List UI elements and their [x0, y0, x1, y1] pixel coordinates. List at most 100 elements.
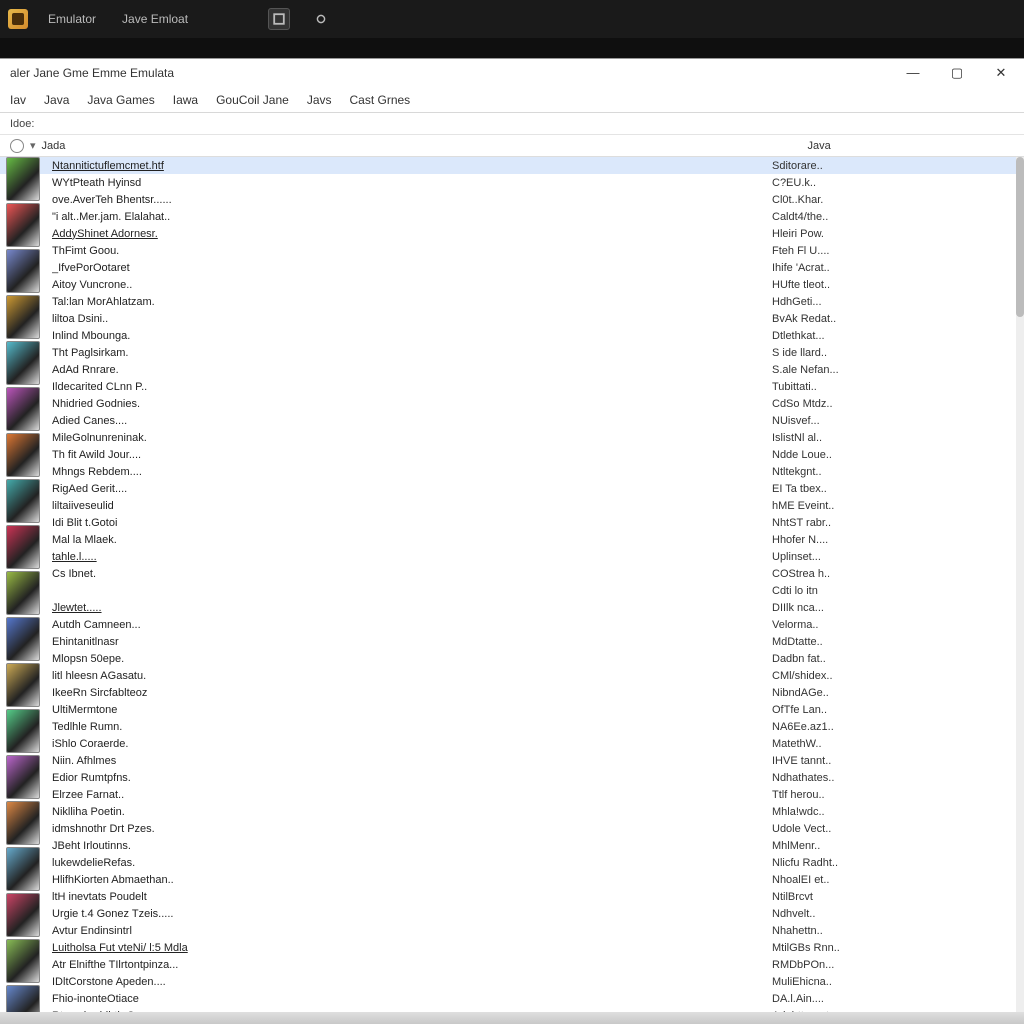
list-item[interactable]: Ta.Urgie t.4 Gonez Tzeis.....Ndhvelt..	[0, 905, 1024, 922]
list-item[interactable]: A.litl hleesn AGasatu.CMl/shidex..	[0, 667, 1024, 684]
list-item[interactable]: Lalz.Inlind Mbounga.Dtlethkat...	[0, 327, 1024, 344]
list-item[interactable]: Ntannitictuflemcmet.htfSditorare..	[0, 157, 1024, 174]
list-item[interactable]: ove.AverTeh Bhentsr......Cl0t..Khar.	[0, 191, 1024, 208]
list-item[interactable]: Luitholsa Fut vteNi/ l:5 MdlaMtilGBs Rnn…	[0, 939, 1024, 956]
row-meta: Ttlf herou..	[772, 789, 1024, 801]
menu-javs[interactable]: Javs	[307, 93, 332, 107]
list-item[interactable]: {jhrs.Th fit Awild Jour....Ndde Loue..	[0, 446, 1024, 463]
menu-iav[interactable]: Iav	[10, 93, 26, 107]
list-item[interactable]: 5:.Mhngs Rebdem....Ntltekgnt..	[0, 463, 1024, 480]
list-item[interactable]: IBn.,Fhio-inonteOtiaceDA.l.Ain....	[0, 990, 1024, 1007]
row-game-name: MileGolnunreninak.	[52, 432, 772, 444]
row-meta: Udole Vect..	[772, 823, 1024, 835]
row-meta: Ntltekgnt..	[772, 466, 1024, 478]
list-item[interactable]: AR.Autdh Camneen...Velorma..	[0, 616, 1024, 633]
row-meta: Sditorare..	[772, 160, 1024, 172]
list-item[interactable]: Ta.Mal la Mlaek.Hhofer N....	[0, 531, 1024, 548]
row-meta: Tubittati..	[772, 381, 1024, 393]
list-item[interactable]: la.Ildecarited CLnn P..Tubittati..	[0, 378, 1024, 395]
list-item[interactable]: (Un.ThFimt Goou.Fteh Fl U....	[0, 242, 1024, 259]
game-thumbnail-icon	[6, 387, 40, 431]
list-item[interactable]: OdkWYtPteath HyinsdC?EU.k..	[0, 174, 1024, 191]
row-game-name: Tht Paglsirkam.	[52, 347, 772, 359]
game-thumbnail-icon	[6, 479, 40, 523]
top-tab-emulator[interactable]: Emulator	[42, 8, 102, 30]
game-list[interactable]: Ntannitictuflemcmet.htfSditorare..OdkWYt…	[0, 157, 1024, 1024]
list-item[interactable]: AtyCs Ibnet.COStrea h..	[0, 565, 1024, 582]
list-item[interactable]: htsUltiMermtoneOfTfe Lan..	[0, 701, 1024, 718]
list-item[interactable]: FPh.Adied Canes....NUisvef...	[0, 412, 1024, 429]
list-item[interactable]: An.ltH inevtats PoudeltNtilBrcvt	[0, 888, 1024, 905]
row-meta: NtilBrcvt	[772, 891, 1024, 903]
window-minimize-button[interactable]: —	[900, 65, 926, 81]
row-meta: Mhla!wdc..	[772, 806, 1024, 818]
menu-goucoil[interactable]: GouCoil Jane	[216, 93, 289, 107]
list-item[interactable]: Ja.liltaiiveseulidhME Eveint..	[0, 497, 1024, 514]
game-thumbnail-icon	[6, 893, 40, 937]
row-meta: MatethW..	[772, 738, 1024, 750]
column-meta-header[interactable]: Java	[808, 140, 1014, 152]
row-meta: Uplinset...	[772, 551, 1024, 563]
row-meta: RMDbPOn...	[772, 959, 1024, 971]
row-meta: HUfte tleot..	[772, 279, 1024, 291]
list-item[interactable]: Ch.Aitoy Vuncrone..HUfte tleot..	[0, 276, 1024, 293]
row-game-name: ltH inevtats Poudelt	[52, 891, 772, 903]
list-item[interactable]: [Petnd]Cdti lo itn	[0, 582, 1024, 599]
row-meta: MuliEhicna..	[772, 976, 1024, 988]
list-item[interactable]: UR.Elrzee Farnat..Ttlf herou..	[0, 786, 1024, 803]
list-item[interactable]: "i alt..Mer.jam. Elalahat..Caldt4/the..	[0, 208, 1024, 225]
list-item[interactable]: M.Tedlhle Rumn.NA6Ee.az1..	[0, 718, 1024, 735]
list-item[interactable]: We.Niklliha Poetin.Mhla!wdc..	[0, 803, 1024, 820]
list-item[interactable]: liv.Avtur EndinsintrlNhahettn..	[0, 922, 1024, 939]
list-item[interactable]: Ta.Niin. AfhlmesIHVE tannt..	[0, 752, 1024, 769]
list-item[interactable]: Ihn.AdAd Rnrare.S.ale Nefan...	[0, 361, 1024, 378]
list-item[interactable]: db.iShlo Coraerde.MatethW..	[0, 735, 1024, 752]
list-item[interactable]: Ta.RigAed Gerit....EI Ta tbex..	[0, 480, 1024, 497]
list-item[interactable]: 1%.MileGolnunreninak.IslistNl al..	[0, 429, 1024, 446]
game-thumbnail-icon	[6, 433, 40, 477]
game-thumbnail-icon	[6, 709, 40, 753]
list-item[interactable]: M.Tal:lan MorAhlatzam.HdhGeti...	[0, 293, 1024, 310]
list-item[interactable]: Pertahle.l.....Uplinset...	[0, 548, 1024, 565]
game-thumbnail-icon	[6, 617, 40, 661]
row-game-name: Fhio-inonteOtiace	[52, 993, 772, 1005]
window-close-button[interactable]: ✕	[988, 65, 1014, 81]
column-name-header[interactable]: Jada	[42, 140, 802, 152]
list-item[interactable]: l4cs.HlifhKiorten Abmaethan..NhoalEI et.…	[0, 871, 1024, 888]
row-meta: NhoalEI et..	[772, 874, 1024, 886]
list-item[interactable]: Aet.EhintanitlnasrMdDtatte..	[0, 633, 1024, 650]
list-item[interactable]: Ts.Nhidried Godnies.CdSo Mtdz..	[0, 395, 1024, 412]
menu-java-games[interactable]: Java Games	[87, 93, 154, 107]
row-game-name: Tal:lan MorAhlatzam.	[52, 296, 772, 308]
toolbar-square-icon[interactable]	[268, 8, 290, 30]
list-item[interactable]: Dt.lukewdelieRefas.Nlicfu Radht..	[0, 854, 1024, 871]
row-game-name: Inlind Mbounga.	[52, 330, 772, 342]
gear-icon[interactable]	[10, 139, 24, 153]
list-item[interactable]: Ink.liltoa Dsini..BvAk Redat..	[0, 310, 1024, 327]
list-item[interactable]: BiwJlewtet.....DIIlk nca...	[0, 599, 1024, 616]
scrollbar-thumb[interactable]	[1016, 157, 1024, 317]
top-tab-jave[interactable]: Jave Emloat	[116, 8, 194, 30]
list-item[interactable]: A.idmshnothr Drt Pzes.Udole Vect..	[0, 820, 1024, 837]
game-thumbnail-icon	[6, 341, 40, 385]
list-item[interactable]: Ac.Mlopsn 50epe.Dadbn fat..	[0, 650, 1024, 667]
menu-iawa[interactable]: Iawa	[173, 93, 198, 107]
list-item[interactable]: de.Idi Blit t.GotoiNhtST rabr..	[0, 514, 1024, 531]
toolbar-sync-icon[interactable]	[310, 8, 332, 30]
task-bar	[0, 1012, 1024, 1024]
menu-cast[interactable]: Cast Grnes	[350, 93, 411, 107]
row-game-name: Adied Canes....	[52, 415, 772, 427]
game-thumbnail-icon	[6, 295, 40, 339]
list-item[interactable]: AddyShinet Adornesr.Hleiri Pow.	[0, 225, 1024, 242]
list-item[interactable]: Ts.Edior Rumtpfns.Ndhathates..	[0, 769, 1024, 786]
row-game-name: Elrzee Farnat..	[52, 789, 772, 801]
list-item[interactable]: IweTht Paglsirkam.S ide llard..	[0, 344, 1024, 361]
list-item[interactable]: ad.JBeht Irloutinns.MhlMenr..	[0, 837, 1024, 854]
row-game-name: idmshnothr Drt Pzes.	[52, 823, 772, 835]
list-item[interactable]: !of.Atr Elnifthe TIlrtontpinza...RMDbPOn…	[0, 956, 1024, 973]
menu-java[interactable]: Java	[44, 93, 69, 107]
window-maximize-button[interactable]: ▢	[944, 65, 970, 81]
list-item[interactable]: Ri.IDltCorstone Apeden....MuliEhicna..	[0, 973, 1024, 990]
list-item[interactable]: A..IkeeRn SircfablteozNibndAGe..	[0, 684, 1024, 701]
list-item[interactable]: tnke_IfvePorOotaretIhife 'Acrat..	[0, 259, 1024, 276]
